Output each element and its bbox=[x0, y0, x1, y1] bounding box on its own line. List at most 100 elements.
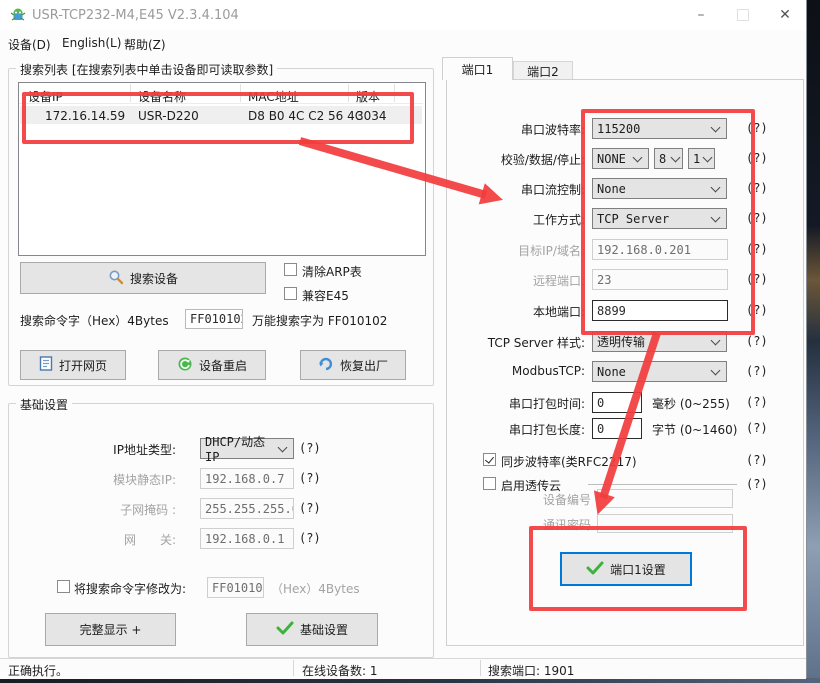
subnet-mask-input[interactable] bbox=[200, 498, 294, 519]
static-ip-input[interactable] bbox=[200, 468, 294, 489]
factory-reset-label: 恢复出厂 bbox=[340, 357, 388, 374]
row-mac[interactable]: D8 B0 4C C2 56 4C bbox=[248, 109, 363, 123]
compat-e45-label[interactable]: 兼容E45 bbox=[302, 287, 349, 304]
menu-english[interactable]: English(L) bbox=[62, 36, 121, 50]
comm-password-input[interactable] bbox=[597, 514, 733, 533]
open-webpage-button[interactable]: 打开网页 bbox=[20, 350, 126, 380]
menu-help[interactable]: 帮助(Z) bbox=[124, 36, 166, 53]
port1-set-label: 端口1设置 bbox=[610, 561, 666, 578]
window-title: USR-TCP232-M4,E45 V2.3.4.104 bbox=[32, 8, 239, 23]
help-link[interactable]: (?) bbox=[746, 334, 768, 348]
pack-len-input[interactable] bbox=[592, 418, 642, 439]
modify-cmd-label[interactable]: 将搜索命令字修改为: bbox=[74, 580, 186, 597]
search-icon bbox=[108, 269, 124, 288]
search-device-button[interactable]: 搜索设备 bbox=[20, 262, 266, 294]
parity-select[interactable]: NONE bbox=[592, 148, 649, 169]
help-link[interactable]: (?) bbox=[746, 421, 768, 435]
chevron-down-icon bbox=[711, 122, 721, 132]
comm-password-label: 通讯密码 bbox=[543, 516, 591, 533]
title-bar: USR-TCP232-M4,E45 V2.3.4.104 – ✕ bbox=[0, 0, 806, 30]
sync-baud-label[interactable]: 同步波特率(类RFC2217) bbox=[501, 453, 637, 470]
device-id-input[interactable] bbox=[597, 489, 733, 508]
tcp-style-select[interactable]: 透明传输 bbox=[592, 331, 727, 352]
clear-arp-label[interactable]: 清除ARP表 bbox=[302, 263, 362, 280]
help-link[interactable]: (?) bbox=[746, 121, 768, 135]
modify-cmd-input[interactable] bbox=[207, 577, 264, 598]
help-link[interactable]: (?) bbox=[746, 211, 768, 225]
restart-device-button[interactable]: 设备重启 bbox=[158, 350, 266, 380]
help-link[interactable]: (?) bbox=[746, 272, 768, 286]
stopbits-value: 1 bbox=[693, 152, 700, 166]
pack-time-label: 串口打包时间: bbox=[450, 395, 585, 412]
chevron-down-icon bbox=[711, 335, 721, 345]
basic-settings-group-title: 基础设置 bbox=[16, 396, 72, 413]
row-device-name[interactable]: USR-D220 bbox=[138, 109, 199, 123]
help-link[interactable]: (?) bbox=[299, 531, 321, 545]
help-link[interactable]: (?) bbox=[746, 151, 768, 165]
close-button[interactable]: ✕ bbox=[764, 0, 806, 30]
restart-device-label: 设备重启 bbox=[199, 357, 247, 374]
parity-label: 校验/数据/停止: bbox=[450, 151, 585, 168]
compat-e45-checkbox[interactable] bbox=[284, 287, 297, 300]
help-link[interactable]: (?) bbox=[746, 242, 768, 256]
column-divider bbox=[130, 84, 131, 102]
help-link[interactable]: (?) bbox=[746, 181, 768, 195]
help-link[interactable]: (?) bbox=[746, 395, 768, 409]
modbus-select[interactable]: None bbox=[592, 361, 727, 382]
chevron-down-icon bbox=[711, 212, 721, 222]
tab-port2[interactable]: 端口2 bbox=[513, 61, 573, 80]
webpage-icon bbox=[39, 356, 53, 374]
basic-set-label: 基础设置 bbox=[300, 621, 348, 638]
factory-reset-button[interactable]: 恢复出厂 bbox=[300, 350, 406, 380]
status-divider bbox=[480, 660, 481, 676]
flow-value: None bbox=[597, 182, 626, 196]
minimize-button[interactable]: – bbox=[680, 0, 722, 30]
help-link[interactable]: (?) bbox=[746, 303, 768, 317]
flow-label: 串口流控制: bbox=[450, 181, 585, 198]
baud-select[interactable]: 115200 bbox=[592, 118, 727, 139]
search-cmd-input[interactable] bbox=[185, 309, 243, 329]
gateway-label: 网 关: bbox=[60, 531, 176, 548]
basic-set-button[interactable]: 基础设置 bbox=[246, 613, 378, 646]
app-icon bbox=[10, 7, 26, 26]
help-link[interactable]: (?) bbox=[746, 453, 768, 467]
cloud-divider bbox=[588, 484, 737, 485]
databits-select[interactable]: 8 bbox=[654, 148, 683, 169]
pack-len-label: 串口打包长度: bbox=[450, 421, 585, 438]
menu-device[interactable]: 设备(D) bbox=[8, 36, 51, 53]
ip-type-select[interactable]: DHCP/动态IP bbox=[200, 438, 294, 459]
local-port-input[interactable] bbox=[592, 300, 728, 321]
tab-port1[interactable]: 端口1 bbox=[442, 57, 513, 80]
help-link[interactable]: (?) bbox=[746, 364, 768, 378]
stopbits-select[interactable]: 1 bbox=[688, 148, 715, 169]
clear-arp-checkbox[interactable] bbox=[284, 263, 297, 276]
flow-select[interactable]: None bbox=[592, 178, 727, 199]
modify-cmd-checkbox[interactable] bbox=[57, 580, 70, 593]
column-divider bbox=[394, 84, 395, 102]
gateway-input[interactable] bbox=[200, 528, 294, 549]
port1-set-button[interactable]: 端口1设置 bbox=[560, 552, 692, 586]
ip-type-value: DHCP/动态IP bbox=[205, 433, 279, 464]
tab-port1-label: 端口1 bbox=[462, 61, 494, 78]
chevron-down-icon bbox=[633, 152, 643, 162]
row-version[interactable]: 3034 bbox=[356, 109, 387, 123]
row-device-ip[interactable]: 172.16.14.59 bbox=[45, 109, 125, 123]
cloud-checkbox[interactable] bbox=[483, 477, 496, 490]
pack-time-input[interactable] bbox=[592, 392, 642, 413]
help-link[interactable]: (?) bbox=[746, 477, 768, 491]
maximize-button[interactable] bbox=[722, 0, 764, 30]
full-display-button[interactable]: 完整显示 + bbox=[45, 613, 176, 646]
help-link[interactable]: (?) bbox=[299, 471, 321, 485]
remote-port-input[interactable] bbox=[592, 269, 728, 290]
work-mode-select[interactable]: TCP Server bbox=[592, 208, 727, 229]
baud-value: 115200 bbox=[597, 122, 640, 136]
full-display-label: 完整显示 + bbox=[80, 621, 142, 638]
sync-baud-checkbox[interactable] bbox=[483, 453, 496, 466]
subnet-mask-label: 子网掩码 : bbox=[60, 501, 176, 518]
chevron-down-icon bbox=[671, 152, 681, 162]
target-ip-input[interactable] bbox=[592, 239, 728, 260]
search-list-group-title: 搜索列表 [在搜索列表中单击设备即可读取参数] bbox=[16, 61, 277, 78]
help-link[interactable]: (?) bbox=[299, 441, 321, 455]
help-link[interactable]: (?) bbox=[299, 501, 321, 515]
column-divider bbox=[348, 84, 349, 102]
